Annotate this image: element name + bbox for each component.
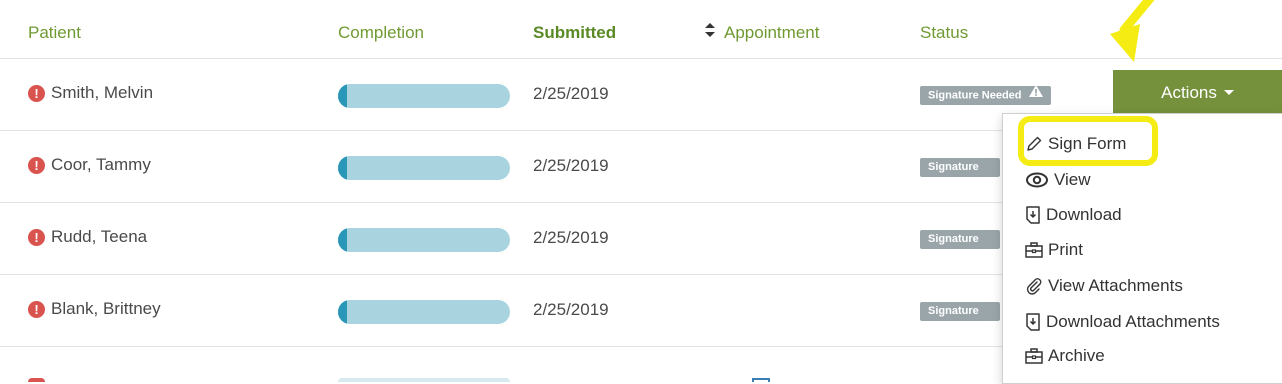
- column-header-appointment[interactable]: Appointment: [704, 22, 819, 44]
- completion-progress-bar: [338, 84, 510, 108]
- status-badge-label: Signature: [928, 233, 979, 245]
- menu-item-label: Download: [1046, 205, 1122, 224]
- caret-down-icon: [1223, 90, 1234, 95]
- menu-item-download[interactable]: Download: [1025, 205, 1122, 225]
- status-badge: Signature Needed: [920, 86, 1051, 105]
- archive-box-icon: [1025, 348, 1043, 364]
- patient-cell[interactable]: ! Rudd, Teena: [28, 227, 147, 247]
- patient-name: Blank, Brittney: [51, 299, 161, 318]
- completion-progress-bar: [338, 228, 510, 252]
- progress-fill: [338, 228, 347, 252]
- progress-fill: [338, 84, 347, 108]
- patient-cell[interactable]: ! Blank, Brittney: [28, 299, 161, 319]
- actions-button-label: Actions: [1161, 82, 1217, 102]
- exclamation-circle-icon: !: [28, 84, 45, 102]
- menu-item-label: View: [1054, 170, 1091, 189]
- eye-icon: [1026, 172, 1048, 188]
- menu-item-view-attachments[interactable]: View Attachments: [1025, 276, 1183, 296]
- column-header-patient[interactable]: Patient: [28, 22, 81, 44]
- submitted-date: 2/25/2019: [533, 84, 609, 103]
- status-badge: Signature: [920, 302, 1000, 321]
- patient-cell[interactable]: ! Coor, Tammy: [28, 155, 151, 175]
- submitted-date: 2/25/2019: [533, 228, 609, 247]
- completion-progress-bar: [338, 156, 510, 180]
- annotation-arrow-icon: [1110, 0, 1155, 62]
- printer-icon: [1025, 242, 1043, 258]
- download-file-icon: [1026, 206, 1040, 224]
- submitted-date: 2/25/2019: [533, 156, 609, 175]
- menu-item-archive[interactable]: Archive: [1025, 346, 1105, 366]
- annotation-highlight-box: [1018, 116, 1158, 166]
- paperclip-icon: [1026, 278, 1042, 295]
- exclamation-circle-icon: !: [28, 228, 45, 246]
- patient-cell[interactable]: ! Smith, Melvin: [28, 83, 153, 103]
- column-header-submitted[interactable]: Submitted: [533, 22, 616, 44]
- status-badge-label: Signature: [928, 305, 979, 317]
- column-header-completion[interactable]: Completion: [338, 22, 424, 44]
- actions-button[interactable]: Actions: [1113, 70, 1282, 115]
- column-header-status[interactable]: Status: [920, 22, 968, 44]
- menu-item-label: View Attachments: [1048, 276, 1183, 295]
- completion-progress-bar: [338, 300, 510, 324]
- menu-item-label: Download Attachments: [1046, 312, 1220, 331]
- menu-item-label: Archive: [1048, 346, 1105, 365]
- column-header-appointment-label: Appointment: [724, 23, 820, 42]
- exclamation-circle-icon: !: [28, 300, 45, 318]
- menu-item-label: Print: [1048, 240, 1083, 259]
- sort-icon: [704, 23, 716, 37]
- menu-item-view[interactable]: View: [1025, 170, 1091, 190]
- download-file-icon: [1026, 313, 1040, 331]
- menu-item-print[interactable]: Print: [1025, 240, 1083, 260]
- exclamation-circle-icon: [28, 378, 45, 382]
- appointment-icon: [752, 378, 770, 382]
- patient-name: Smith, Melvin: [51, 83, 154, 102]
- status-badge: Signature: [920, 158, 1000, 177]
- exclamation-circle-icon: !: [28, 156, 45, 174]
- patient-name: Coor, Tammy: [51, 155, 151, 174]
- status-badge-label: Signature Needed: [928, 89, 1022, 102]
- submitted-date: 2/25/2019: [533, 300, 609, 319]
- completion-progress-bar: [338, 378, 510, 382]
- status-badge: Signature: [920, 230, 1000, 249]
- warning-triangle-icon: [1028, 86, 1043, 104]
- menu-item-download-attachments[interactable]: Download Attachments: [1025, 312, 1220, 332]
- progress-fill: [338, 156, 347, 180]
- patient-name: Rudd, Teena: [51, 227, 148, 246]
- status-badge-label: Signature: [928, 161, 979, 173]
- progress-fill: [338, 300, 347, 324]
